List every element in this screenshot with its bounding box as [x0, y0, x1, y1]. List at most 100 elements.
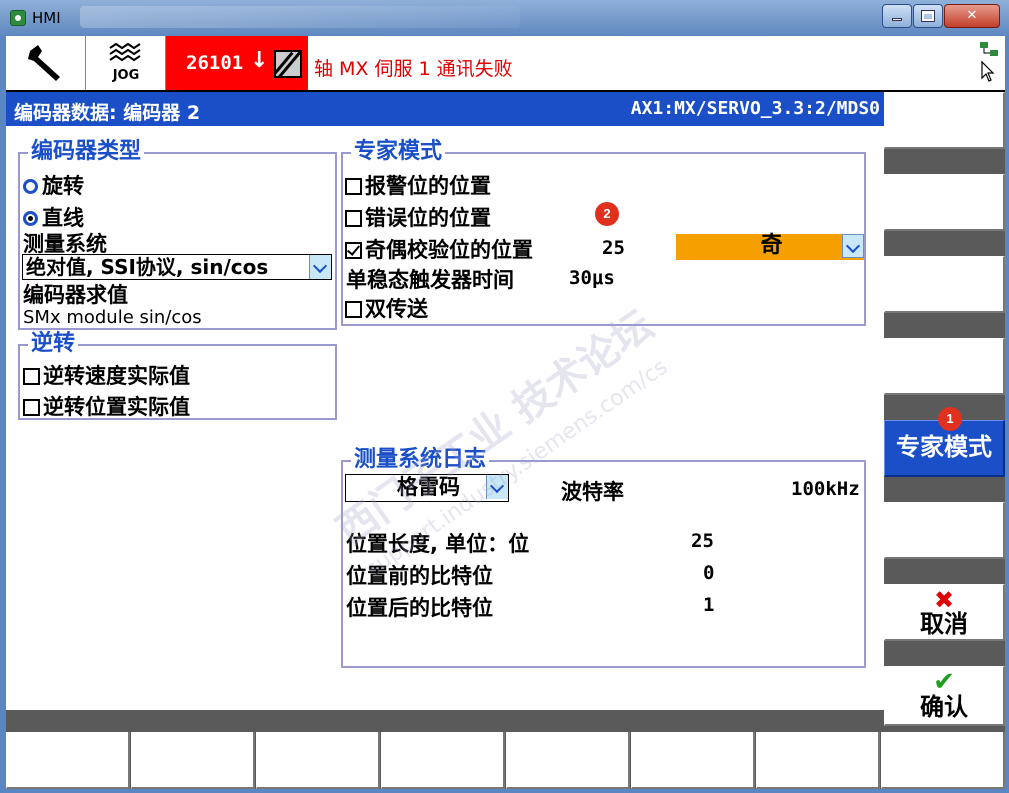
- chevron-down-icon: [486, 475, 508, 499]
- parity-bit-checkbox[interactable]: 奇偶校验位的位置: [345, 234, 533, 264]
- radio-linear-label: 直线: [42, 206, 84, 230]
- baud-label: 波特率: [561, 480, 624, 504]
- checkmark-icon: ✔: [933, 667, 955, 697]
- hmi-app-icon: [10, 10, 26, 26]
- axis-path: AX1:MX/SERVO_3.3:2/MDS0: [630, 98, 880, 119]
- window-titlebar: HMI ✕: [0, 0, 1009, 36]
- code-type-select[interactable]: 格雷码: [345, 474, 509, 502]
- softkey-h8[interactable]: [881, 732, 1005, 789]
- maximize-button[interactable]: [913, 4, 943, 28]
- invert-position-checkbox[interactable]: 逆转位置实际值: [23, 391, 190, 421]
- softkey-v3[interactable]: [884, 256, 1005, 313]
- chevron-down-icon: [309, 255, 331, 279]
- titlebar-blur: [80, 6, 520, 28]
- inversion-panel: 逆转 逆转速度实际值 逆转位置实际值: [18, 331, 337, 421]
- hmi-screen: JOG 26101 ↓ 轴 MX 伺服 1 通讯失败 编码器数据: 编码器 2 …: [6, 36, 1005, 789]
- double-transmit-checkbox[interactable]: 双传送: [345, 293, 428, 323]
- ok-softkey-label: 确认: [920, 693, 968, 721]
- error-bit-checkbox[interactable]: 错误位的位置: [345, 202, 491, 232]
- chevron-down-icon: [842, 234, 864, 258]
- evaluation-label: 编码器求值: [23, 283, 128, 307]
- alarm-message: 轴 MX 伺服 1 通讯失败: [314, 58, 513, 80]
- jog-wave-icon: [109, 42, 141, 62]
- softkey-h3[interactable]: [256, 732, 380, 789]
- network-icon: [980, 42, 998, 82]
- invert-position-label: 逆转位置实际值: [43, 395, 190, 419]
- measuring-log-panel: 测量系统日志 格雷码 波特率 100kHz 位置长度, 单位：位 25 位置前的…: [341, 447, 866, 668]
- horizontal-softkey-bar: [6, 732, 1005, 789]
- baud-value: 100kHz: [791, 478, 860, 500]
- monoflop-value[interactable]: 30μs: [569, 267, 615, 289]
- softkey-v4[interactable]: [884, 338, 1005, 395]
- radio-rotary[interactable]: 旋转: [23, 170, 84, 200]
- error-bit-label: 错误位的位置: [365, 206, 491, 230]
- close-button[interactable]: ✕: [944, 4, 1000, 28]
- close-icon: ✕: [966, 8, 978, 23]
- minimize-icon: [892, 18, 902, 21]
- parity-bit-label: 奇偶校验位的位置: [365, 238, 533, 262]
- parity-bit-check-icon: [345, 242, 362, 259]
- annotation-badge-2: 2: [595, 202, 619, 226]
- softkey-h1[interactable]: [6, 732, 130, 789]
- softkey-v2[interactable]: [884, 174, 1005, 231]
- cancel-x-icon: ✖: [933, 586, 955, 614]
- measuring-log-legend: 测量系统日志: [351, 447, 490, 473]
- invert-speed-checkbox[interactable]: 逆转速度实际值: [23, 360, 190, 390]
- alarm-ack-icon: [274, 50, 302, 78]
- pos-length-value: 25: [691, 530, 714, 552]
- alarm-arrow-icon: ↓: [250, 48, 269, 73]
- expert-mode-softkey-label: 专家模式: [896, 433, 992, 461]
- softkey-h7[interactable]: [756, 732, 880, 789]
- softkey-h4[interactable]: [381, 732, 505, 789]
- encoder-type-legend: 编码器类型: [28, 139, 145, 165]
- operating-area-button[interactable]: [6, 36, 86, 90]
- encoder-type-panel: 编码器类型 旋转 直线 测量系统 绝对值, SSI协议, sin/cos 编码器…: [18, 139, 337, 330]
- code-type-value: 格雷码: [397, 475, 460, 499]
- invert-position-check-icon: [23, 399, 40, 416]
- error-bit-check-icon: [345, 210, 362, 227]
- bits-after-value: 1: [703, 594, 715, 616]
- jog-mode-indicator: JOG: [86, 36, 166, 90]
- hmi-window: HMI ✕ JOG 26101 ↓ 轴 MX 伺服 1 通讯失败 编码器数据: …: [0, 0, 1009, 793]
- page-title-bar: 编码器数据: 编码器 2 AX1:MX/SERVO_3.3:2/MDS0: [6, 92, 884, 126]
- annotation-badge-1: 1: [938, 407, 962, 431]
- bits-after-label: 位置后的比特位: [346, 596, 493, 620]
- double-transmit-check-icon: [345, 301, 362, 318]
- cancel-softkey[interactable]: ✖ 取消: [884, 584, 1005, 641]
- alarm-bit-checkbox[interactable]: 报警位的位置: [345, 170, 491, 200]
- bits-before-label: 位置前的比特位: [346, 564, 493, 588]
- cancel-softkey-label: 取消: [920, 610, 968, 638]
- pos-length-label: 位置长度, 单位：位: [346, 532, 530, 556]
- alarm-number: 26101: [186, 52, 244, 74]
- jog-label: JOG: [112, 68, 140, 83]
- bottom-strip: [6, 710, 884, 732]
- alarm-bit-label: 报警位的位置: [365, 174, 491, 198]
- page-title: 编码器数据: 编码器 2: [14, 102, 201, 124]
- parity-mode-select[interactable]: 奇: [676, 234, 864, 260]
- alarm-bit-check-icon: [345, 178, 362, 195]
- radio-rotary-icon: [23, 179, 38, 194]
- softkey-h6[interactable]: [631, 732, 755, 789]
- inversion-legend: 逆转: [28, 331, 79, 357]
- softkey-h5[interactable]: [506, 732, 630, 789]
- radio-rotary-label: 旋转: [42, 174, 84, 198]
- alarm-indicator[interactable]: 26101 ↓: [166, 36, 308, 90]
- parity-mode-value: 奇: [760, 233, 783, 258]
- expert-mode-panel: 专家模式 报警位的位置 错误位的位置 奇偶校验位的位置 25 奇 单稳态触发器时…: [341, 139, 866, 326]
- ok-softkey[interactable]: ✔ 确认: [884, 666, 1005, 726]
- parity-bit-value[interactable]: 25: [602, 237, 625, 259]
- softkey-v1[interactable]: [884, 92, 1005, 149]
- invert-speed-label: 逆转速度实际值: [43, 364, 190, 388]
- monoflop-label: 单稳态触发器时间: [346, 268, 514, 292]
- double-transmit-label: 双传送: [365, 297, 428, 321]
- status-bar: JOG 26101 ↓ 轴 MX 伺服 1 通讯失败: [6, 36, 1005, 92]
- evaluation-value: SMx module sin/cos: [23, 307, 202, 328]
- minimize-button[interactable]: [882, 4, 912, 28]
- window-title: HMI: [32, 9, 61, 27]
- measuring-system-select[interactable]: 绝对值, SSI协议, sin/cos: [22, 254, 332, 280]
- expert-mode-legend: 专家模式: [351, 139, 446, 165]
- bits-before-value: 0: [703, 562, 715, 584]
- softkey-v6[interactable]: [884, 502, 1005, 559]
- measuring-system-value: 绝对值, SSI协议, sin/cos: [26, 255, 269, 279]
- softkey-h2[interactable]: [131, 732, 255, 789]
